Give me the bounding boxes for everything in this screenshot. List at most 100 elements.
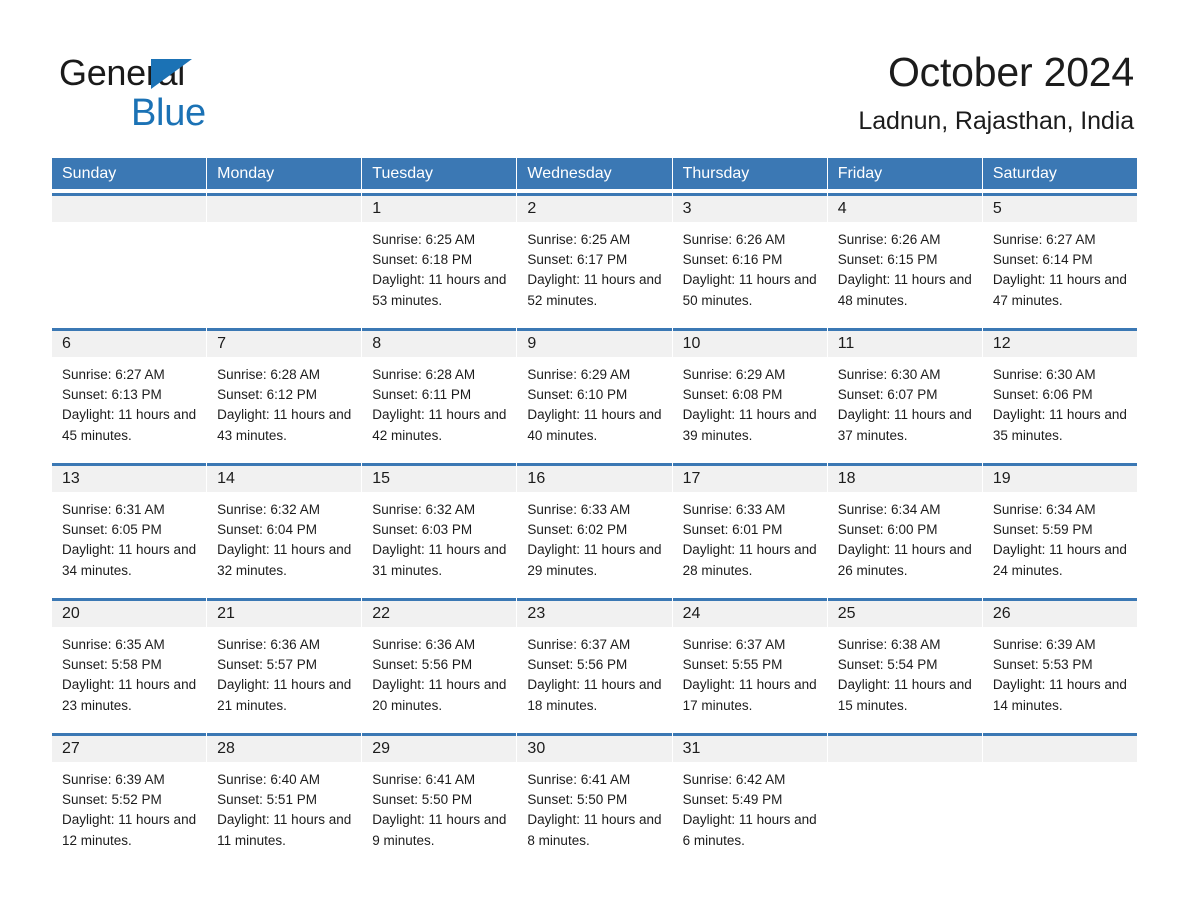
day-details: Sunrise: 6:30 AM Sunset: 6:06 PM Daylight:…: [983, 357, 1137, 446]
day-cell-30[interactable]: 30 Sunrise: 6:41 AM Sunset: 5:50 PM Dayligh…: [517, 733, 672, 864]
sunset-text: Sunset: 5:51 PM: [217, 792, 317, 808]
day-details: Sunrise: 6:25 AM Sunset: 6:17 PM Daylight:…: [517, 222, 671, 311]
day-cell-31[interactable]: 31 Sunrise: 6:42 AM Sunset: 5:49 PM Dayligh…: [672, 733, 827, 864]
day-cell-27[interactable]: 27 Sunrise: 6:39 AM Sunset: 5:52 PM Dayligh…: [52, 733, 207, 864]
logo-text-blue: Blue: [131, 92, 206, 134]
day-cell-6[interactable]: 6 Sunrise: 6:27 AM Sunset: 6:13 PM Daylight…: [52, 328, 207, 459]
day-details: Sunrise: 6:31 AM Sunset: 6:05 PM Daylight:…: [52, 492, 206, 581]
day-number: 12: [982, 331, 1137, 357]
day-cell-23[interactable]: 23 Sunrise: 6:37 AM Sunset: 5:56 PM Dayligh…: [517, 598, 672, 729]
day-cell-5[interactable]: 5 Sunrise: 6:27 AM Sunset: 6:14 PM Daylight…: [982, 193, 1137, 324]
sunset-text: Sunset: 6:08 PM: [682, 387, 783, 403]
day-number: 7: [207, 331, 362, 357]
sunrise-text: Sunrise: 6:41 AM: [527, 772, 631, 787]
day-cell-11[interactable]: 11 Sunrise: 6:30 AM Sunset: 6:07 PM Dayligh…: [827, 328, 982, 459]
day-cell-empty: [827, 733, 982, 864]
sunset-text: Sunset: 5:52 PM: [62, 792, 162, 808]
day-details: Sunrise: 6:39 AM Sunset: 5:53 PM Daylight:…: [983, 627, 1137, 716]
daylight-text: Daylight: 11 hours and 47 minutes.: [992, 272, 1127, 308]
day-cell-9[interactable]: 9 Sunrise: 6:29 AM Sunset: 6:10 PM Daylight…: [517, 328, 672, 459]
day-cell-18[interactable]: 18 Sunrise: 6:34 AM Sunset: 6:00 PM Dayligh…: [827, 463, 982, 594]
sunrise-text: Sunrise: 6:32 AM: [217, 502, 320, 517]
day-details: Sunrise: 6:36 AM Sunset: 5:57 PM Daylight:…: [207, 627, 361, 716]
day-cell-8[interactable]: 8 Sunrise: 6:28 AM Sunset: 6:11 PM Daylight…: [362, 328, 517, 459]
day-number: 28: [207, 736, 362, 762]
daylight-text: Daylight: 11 hours and 14 minutes.: [992, 677, 1127, 713]
daylight-text: Daylight: 11 hours and 11 minutes.: [217, 812, 352, 848]
day-cell-25[interactable]: 25 Sunrise: 6:38 AM Sunset: 5:54 PM Dayligh…: [827, 598, 982, 729]
weekday-header-monday: Monday: [207, 158, 362, 189]
day-number: 23: [517, 601, 672, 627]
logo-line-2: Blue: [59, 91, 359, 143]
day-number: 11: [827, 331, 982, 357]
daylight-text: Daylight: 11 hours and 32 minutes.: [217, 542, 352, 578]
day-details: Sunrise: 6:37 AM Sunset: 5:55 PM Daylight:…: [673, 627, 827, 716]
daylight-text: Daylight: 11 hours and 31 minutes.: [372, 542, 507, 578]
sunset-text: Sunset: 6:10 PM: [527, 387, 628, 403]
sunset-text: Sunset: 6:14 PM: [992, 252, 1093, 268]
day-cell-20[interactable]: 20 Sunrise: 6:35 AM Sunset: 5:58 PM Dayligh…: [52, 598, 207, 729]
day-number: 5: [982, 196, 1137, 222]
calendar-page: General Blue October 2024 Ladnun, Rajast…: [0, 0, 1188, 918]
daylight-text: Daylight: 11 hours and 9 minutes.: [372, 812, 507, 848]
daylight-text: Daylight: 11 hours and 8 minutes.: [527, 812, 662, 848]
day-cell-19[interactable]: 19 Sunrise: 6:34 AM Sunset: 5:59 PM Dayligh…: [982, 463, 1137, 594]
day-details: Sunrise: 6:28 AM Sunset: 6:11 PM Daylight:…: [362, 357, 516, 446]
day-details: Sunrise: 6:39 AM Sunset: 5:52 PM Daylight:…: [52, 762, 206, 851]
day-cell-3[interactable]: 3 Sunrise: 6:26 AM Sunset: 6:16 PM Daylight…: [672, 193, 827, 324]
day-cell-28[interactable]: 28 Sunrise: 6:40 AM Sunset: 5:51 PM Dayligh…: [207, 733, 362, 864]
day-details: Sunrise: 6:30 AM Sunset: 6:07 PM Daylight:…: [828, 357, 982, 446]
day-cell-12[interactable]: 12 Sunrise: 6:30 AM Sunset: 6:06 PM Dayligh…: [982, 328, 1137, 459]
day-cell-16[interactable]: 16 Sunrise: 6:33 AM Sunset: 6:02 PM Dayligh…: [517, 463, 672, 594]
day-details: Sunrise: 6:29 AM Sunset: 6:10 PM Daylight:…: [517, 357, 671, 446]
day-cell-21[interactable]: 21 Sunrise: 6:36 AM Sunset: 5:57 PM Dayligh…: [207, 598, 362, 729]
day-cell-2[interactable]: 2 Sunrise: 6:25 AM Sunset: 6:17 PM Daylight…: [517, 193, 672, 324]
day-cell-13[interactable]: 13 Sunrise: 6:31 AM Sunset: 6:05 PM Dayligh…: [52, 463, 207, 594]
day-cell-14[interactable]: 14 Sunrise: 6:32 AM Sunset: 6:04 PM Dayligh…: [207, 463, 362, 594]
sunrise-text: Sunrise: 6:29 AM: [527, 367, 631, 382]
general-blue-logo[interactable]: General Blue: [59, 52, 359, 138]
weekday-header-thursday: Thursday: [672, 158, 827, 189]
day-details: Sunrise: 6:40 AM Sunset: 5:51 PM Daylight:…: [207, 762, 361, 851]
day-cell-4[interactable]: 4 Sunrise: 6:26 AM Sunset: 6:15 PM Daylight…: [827, 193, 982, 324]
weekday-header-wednesday: Wednesday: [517, 158, 672, 189]
day-cell-7[interactable]: 7 Sunrise: 6:28 AM Sunset: 6:12 PM Daylight…: [207, 328, 362, 459]
week-row: 6 Sunrise: 6:27 AM Sunset: 6:13 PM Daylight…: [52, 328, 1137, 459]
day-details: Sunrise: 6:35 AM Sunset: 5:58 PM Daylight:…: [52, 627, 206, 716]
day-cell-empty: [207, 193, 362, 324]
page-header: General Blue October 2024 Ladnun, Rajast…: [54, 46, 1134, 150]
sunrise-text: Sunrise: 6:32 AM: [372, 502, 476, 517]
day-cell-22[interactable]: 22 Sunrise: 6:36 AM Sunset: 5:56 PM Dayligh…: [362, 598, 517, 729]
sunrise-text: Sunrise: 6:29 AM: [682, 367, 786, 382]
daylight-text: Daylight: 11 hours and 12 minutes.: [62, 812, 197, 848]
sunset-text: Sunset: 6:03 PM: [372, 522, 473, 538]
day-cell-29[interactable]: 29 Sunrise: 6:41 AM Sunset: 5:50 PM Dayligh…: [362, 733, 517, 864]
sunrise-text: Sunrise: 6:26 AM: [682, 232, 786, 247]
day-cell-10[interactable]: 10 Sunrise: 6:29 AM Sunset: 6:08 PM Dayligh…: [672, 328, 827, 459]
daylight-text: Daylight: 11 hours and 50 minutes.: [682, 272, 817, 308]
sunset-text: Sunset: 5:55 PM: [682, 657, 783, 673]
sunset-text: Sunset: 5:59 PM: [992, 522, 1093, 538]
sunrise-text: Sunrise: 6:42 AM: [682, 772, 786, 787]
daylight-text: Daylight: 11 hours and 35 minutes.: [992, 407, 1127, 443]
day-number: 30: [517, 736, 672, 762]
day-cell-17[interactable]: 17 Sunrise: 6:33 AM Sunset: 6:01 PM Dayligh…: [672, 463, 827, 594]
sunrise-text: Sunrise: 6:39 AM: [62, 772, 165, 787]
daylight-text: Daylight: 11 hours and 20 minutes.: [372, 677, 507, 713]
day-details: [828, 762, 982, 770]
day-details: Sunrise: 6:32 AM Sunset: 6:04 PM Daylight:…: [207, 492, 361, 581]
sunset-text: Sunset: 6:18 PM: [372, 252, 473, 268]
sunrise-text: Sunrise: 6:41 AM: [372, 772, 476, 787]
triangle-icon: [151, 59, 192, 89]
day-cell-1[interactable]: 1 Sunrise: 6:25 AM Sunset: 6:18 PM Daylight…: [362, 193, 517, 324]
day-number: 27: [52, 736, 207, 762]
day-cell-24[interactable]: 24 Sunrise: 6:37 AM Sunset: 5:55 PM Dayligh…: [672, 598, 827, 729]
sunrise-text: Sunrise: 6:37 AM: [527, 637, 631, 652]
page-title: October 2024: [887, 49, 1134, 95]
daylight-text: Daylight: 11 hours and 28 minutes.: [682, 542, 817, 578]
weekday-header-sunday: Sunday: [52, 158, 207, 189]
sunset-text: Sunset: 6:16 PM: [682, 252, 783, 268]
sunset-text: Sunset: 5:54 PM: [837, 657, 938, 673]
day-cell-15[interactable]: 15 Sunrise: 6:32 AM Sunset: 6:03 PM Dayligh…: [362, 463, 517, 594]
day-cell-26[interactable]: 26 Sunrise: 6:39 AM Sunset: 5:53 PM Dayligh…: [982, 598, 1137, 729]
